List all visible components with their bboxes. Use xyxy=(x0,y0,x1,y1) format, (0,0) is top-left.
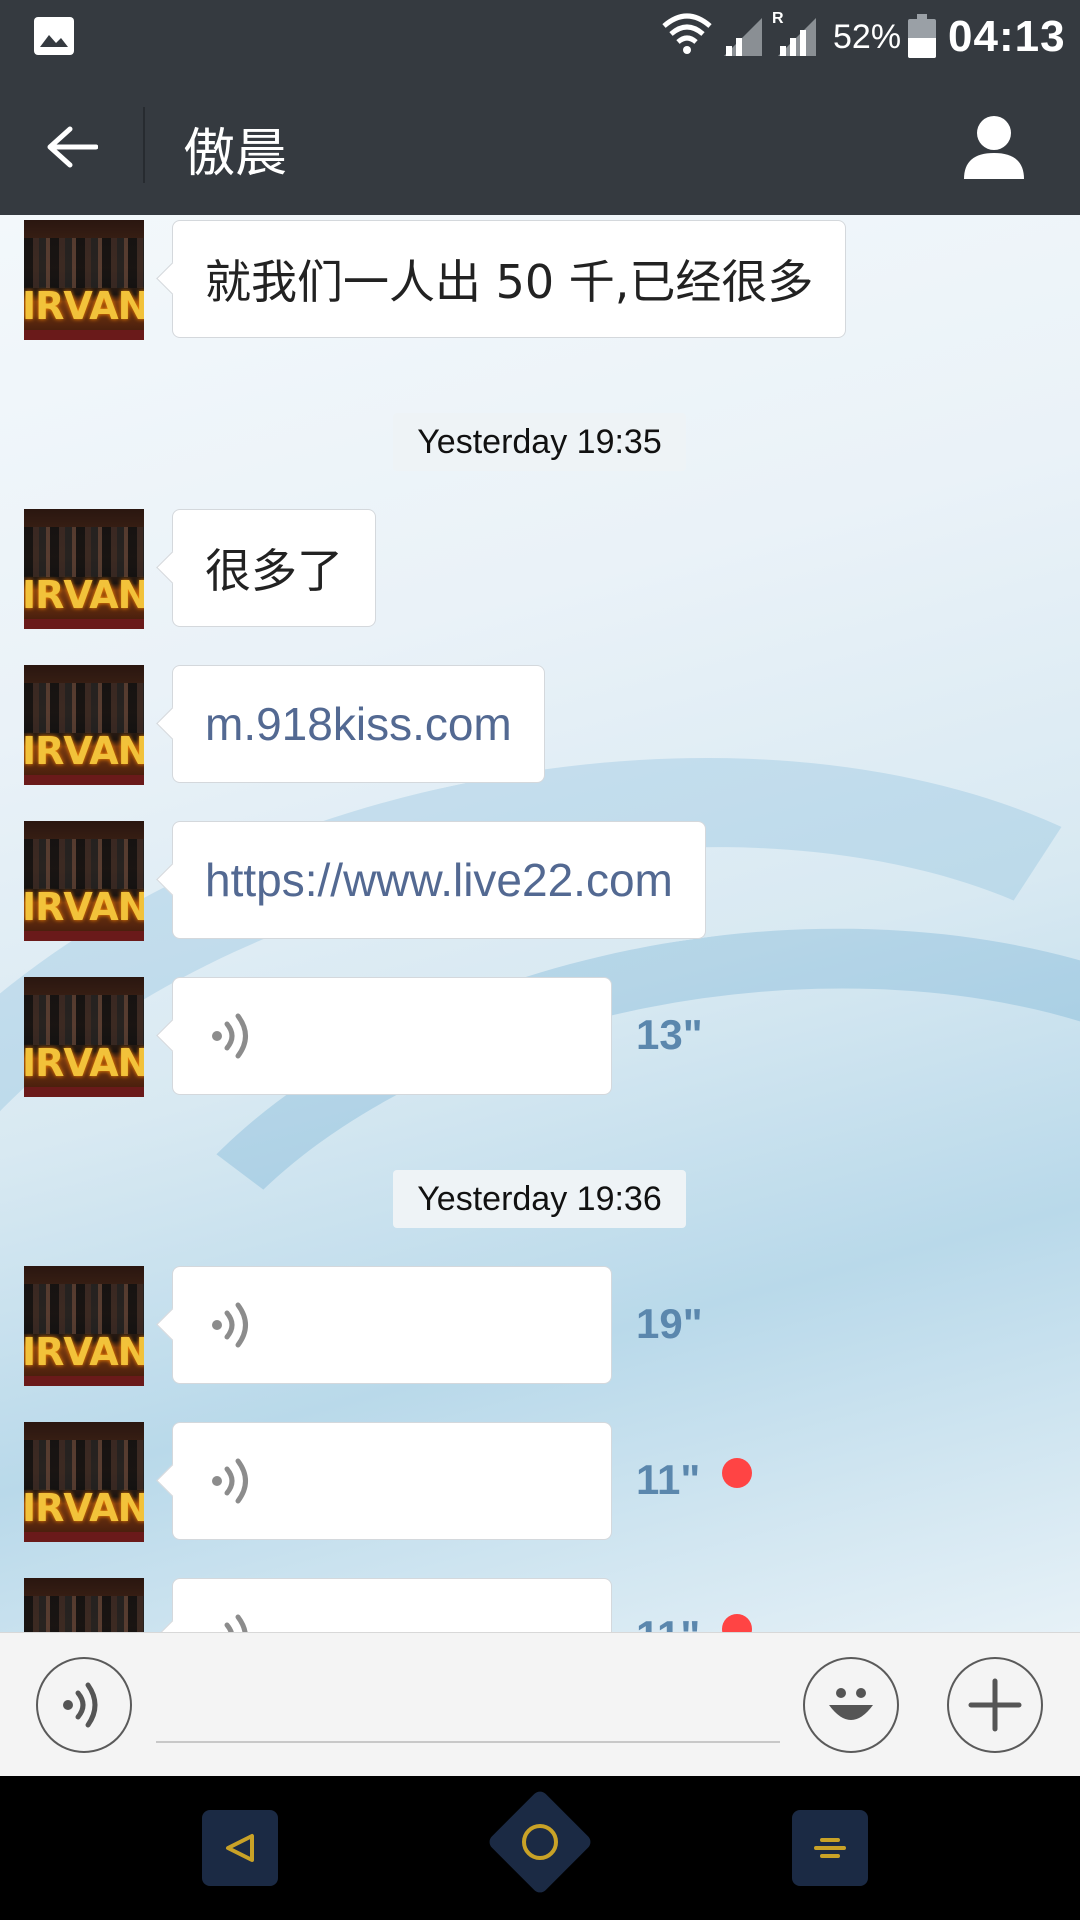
voice-duration: 11" xyxy=(636,1612,700,1632)
chat-header: 傲晨 xyxy=(0,75,1080,215)
contact-avatar[interactable]: IRVANA xyxy=(24,665,144,785)
voice-message-bubble[interactable] xyxy=(172,1422,612,1540)
chat-message-list[interactable]: IRVANA 就我们一人出 50 千,已经很多 Yesterday 19:35 … xyxy=(0,215,1080,1632)
header-divider xyxy=(143,107,145,183)
voice-duration: 19" xyxy=(636,1300,703,1347)
signal-icon xyxy=(778,18,816,56)
voice-message-bubble[interactable] xyxy=(172,1578,612,1632)
voice-input-toggle-button[interactable] xyxy=(36,1657,132,1753)
voice-duration: 11" xyxy=(636,1456,701,1503)
avatar-text: IRVANA xyxy=(24,885,144,929)
system-navigation-bar xyxy=(0,1776,1080,1920)
contact-avatar[interactable]: IRVANA xyxy=(24,1578,144,1632)
nav-recents-button[interactable] xyxy=(792,1810,868,1886)
nav-back-button[interactable] xyxy=(202,1810,278,1886)
battery-icon xyxy=(908,14,936,58)
triangle-back-icon xyxy=(226,1834,254,1862)
message-input[interactable] xyxy=(156,1663,780,1743)
back-arrow-icon xyxy=(47,126,98,168)
contact-avatar[interactable]: IRVANA xyxy=(24,1422,144,1542)
contact-avatar[interactable]: IRVANA xyxy=(24,821,144,941)
timestamp-text: Yesterday 19:36 xyxy=(417,1179,662,1218)
voice-icon xyxy=(212,1302,248,1348)
voice-message-bubble[interactable] xyxy=(172,1266,612,1384)
message-bubble[interactable]: 很多了 xyxy=(172,509,376,627)
menu-lines-icon xyxy=(814,1838,846,1858)
message-bubble[interactable]: 就我们一人出 50 千,已经很多 xyxy=(172,220,847,338)
message-bubble[interactable]: m.918kiss.com xyxy=(172,665,545,783)
avatar-text: IRVANA xyxy=(24,1486,144,1530)
message-input-bar xyxy=(0,1632,1080,1776)
plus-icon xyxy=(968,1678,1022,1732)
voice-icon xyxy=(63,1682,98,1728)
voice-duration: 13" xyxy=(636,1011,703,1058)
battery-percent: 52% xyxy=(833,18,902,56)
voice-icon xyxy=(224,1614,248,1632)
add-attachment-button[interactable] xyxy=(947,1657,1043,1753)
avatar-text: IRVANA xyxy=(24,729,144,773)
profile-button[interactable] xyxy=(958,111,1030,183)
timestamp: Yesterday 19:36 xyxy=(393,1170,686,1228)
status-clock: 04:13 xyxy=(948,12,1066,61)
message-link[interactable]: https://www.live22.com xyxy=(205,853,673,907)
battery-level xyxy=(908,38,936,58)
unread-dot xyxy=(722,1458,752,1488)
emoji-button[interactable] xyxy=(803,1657,899,1753)
message-text: 就我们一人出 50 千,已经很多 xyxy=(205,255,814,309)
voice-icon xyxy=(212,1013,248,1059)
back-button[interactable] xyxy=(40,115,104,179)
message-text: 很多了 xyxy=(205,544,343,598)
avatar-text: IRVANA xyxy=(24,1330,144,1374)
image-icon xyxy=(34,17,74,55)
person-icon xyxy=(964,116,1024,179)
timestamp: Yesterday 19:35 xyxy=(393,413,686,471)
signal-icon xyxy=(724,18,762,56)
contact-avatar[interactable]: IRVANA xyxy=(24,1266,144,1386)
contact-avatar[interactable]: IRVANA xyxy=(24,977,144,1097)
wifi-icon xyxy=(662,13,712,54)
contact-avatar[interactable]: IRVANA xyxy=(24,509,144,629)
avatar-text: IRVANA xyxy=(24,284,144,328)
voice-message-bubble[interactable] xyxy=(172,977,612,1095)
voice-icon xyxy=(212,1458,248,1504)
avatar-text: IRVANA xyxy=(24,1041,144,1085)
timestamp-text: Yesterday 19:35 xyxy=(417,422,662,461)
circle-home-icon xyxy=(522,1824,558,1860)
message-link[interactable]: m.918kiss.com xyxy=(205,697,512,751)
emoji-icon xyxy=(829,1688,873,1720)
contact-avatar[interactable]: IRVANA xyxy=(24,220,144,340)
message-bubble[interactable]: https://www.live22.com xyxy=(172,821,706,939)
chat-title: 傲晨 xyxy=(183,124,288,184)
status-bar: R 52% 04:13 xyxy=(0,0,1080,75)
nav-home-button[interactable] xyxy=(486,1788,594,1896)
avatar-text: IRVANA xyxy=(24,573,144,617)
